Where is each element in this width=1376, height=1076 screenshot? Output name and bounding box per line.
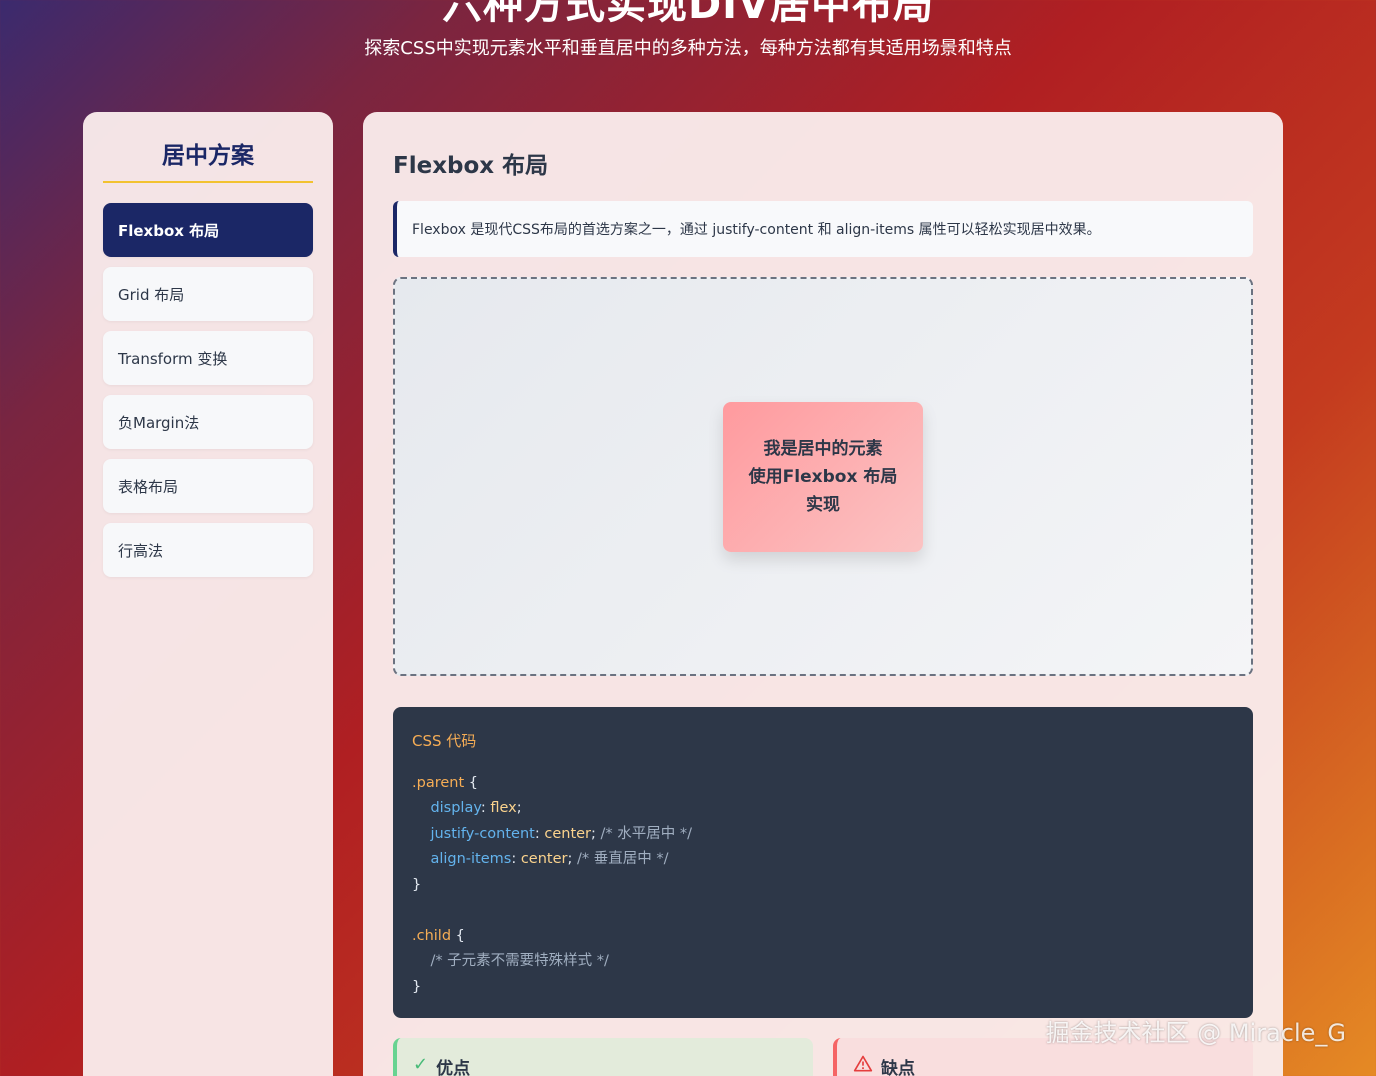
sidebar: 居中方案 Flexbox 布局 Grid 布局 Transform 变换 负Ma… xyxy=(83,112,333,1076)
code-line: align-items: center; /* 垂直居中 */ xyxy=(430,851,669,867)
sidebar-item-flexbox[interactable]: Flexbox 布局 xyxy=(103,203,313,257)
main-panel: Flexbox 布局 Flexbox 是现代CSS布局的首选方案之一，通过 ju… xyxy=(363,112,1283,1076)
code-brace: { xyxy=(464,774,478,791)
code-selector: .parent xyxy=(412,774,465,791)
code-property: display xyxy=(430,800,481,816)
sidebar-item-line-height[interactable]: 行高法 xyxy=(103,523,313,577)
code-property: justify-content xyxy=(430,825,535,842)
demo-line-2: 使用Flexbox 布局 xyxy=(748,466,898,487)
code-line: } xyxy=(412,978,422,995)
demo-line-3: 实现 xyxy=(806,494,840,515)
pros-card: ✓ 优点 xyxy=(393,1038,813,1076)
cons-label: 缺点 xyxy=(881,1059,915,1076)
code-line: .parent { xyxy=(412,771,1234,797)
demo-container: 我是居中的元素 使用Flexbox 布局 实现 xyxy=(393,277,1253,676)
section-title: Flexbox 布局 xyxy=(393,153,549,179)
code-line: display: flex; xyxy=(430,800,522,816)
code-property: align-items xyxy=(430,851,512,867)
code-line: justify-content: center; /* 水平居中 */ xyxy=(430,825,693,842)
code-comment: /* 垂直居中 */ xyxy=(576,851,669,867)
code-brace: { xyxy=(451,927,465,944)
check-icon: ✓ xyxy=(413,1054,429,1075)
code-line: .child { xyxy=(412,924,1234,950)
code-selector: .child xyxy=(412,927,452,944)
page-subtitle: 探索CSS中实现元素水平和垂直居中的多种方法，每种方法都有其适用场景和特点 xyxy=(364,38,1012,59)
code-value: flex xyxy=(490,800,517,816)
centered-child-box: 我是居中的元素 使用Flexbox 布局 实现 xyxy=(723,401,923,552)
code-title: CSS 代码 xyxy=(412,732,477,750)
code-block: CSS 代码 .parent { display: flex; justify-… xyxy=(393,707,1253,1018)
code-value: center xyxy=(520,851,568,867)
sidebar-title: 居中方案 xyxy=(103,132,313,183)
page-title: 六种方式实现DIV居中布局 xyxy=(441,0,935,28)
sidebar-item-table[interactable]: 表格布局 xyxy=(103,459,313,513)
warning-icon xyxy=(853,1055,873,1072)
code-line: } xyxy=(412,876,422,893)
sidebar-item-grid[interactable]: Grid 布局 xyxy=(103,267,313,321)
section-description: Flexbox 是现代CSS布局的首选方案之一，通过 justify-conte… xyxy=(393,201,1253,257)
code-value: center xyxy=(544,825,592,842)
pros-label: 优点 xyxy=(436,1059,471,1076)
code-line: /* 子元素不需要特殊样式 */ xyxy=(412,949,1234,975)
code-comment: /* 水平居中 */ xyxy=(600,825,693,842)
demo-line-1: 我是居中的元素 xyxy=(763,438,883,459)
watermark: 掘金技术社区 @ Miracle_G xyxy=(1045,1019,1346,1047)
code-comment: /* 子元素不需要特殊样式 */ xyxy=(430,953,609,969)
sidebar-item-negative-margin[interactable]: 负Margin法 xyxy=(103,395,313,449)
sidebar-item-transform[interactable]: Transform 变换 xyxy=(103,331,313,385)
